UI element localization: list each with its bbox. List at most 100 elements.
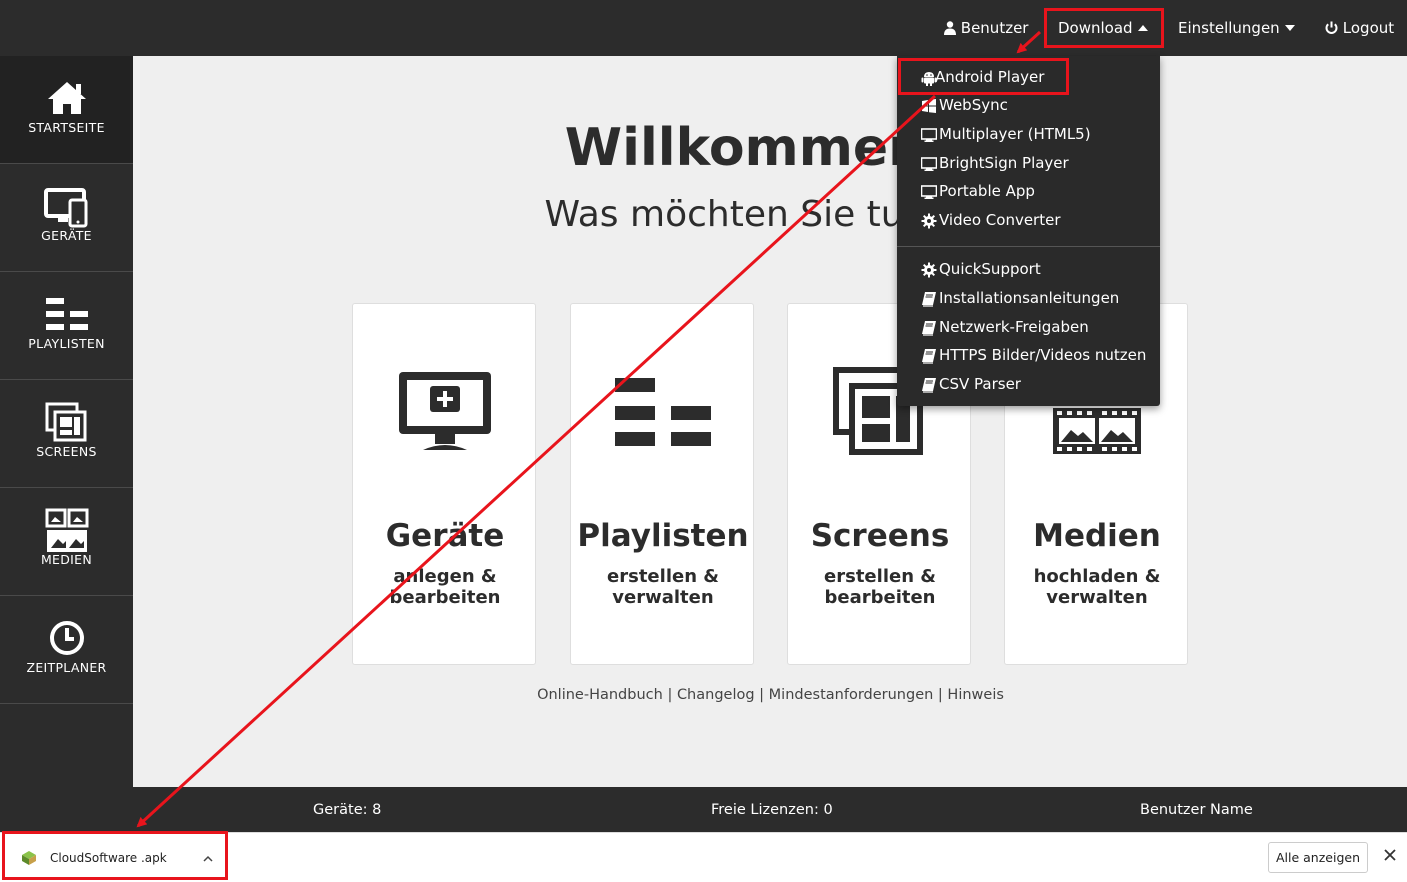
card-geraete[interactable]: Geräte anlegen & bearbeiten bbox=[352, 303, 536, 665]
menu-item-label: BrightSign Player bbox=[939, 154, 1069, 172]
monitor-icon bbox=[921, 128, 937, 142]
book-icon bbox=[922, 349, 936, 364]
sidebar-item-zeitplaner[interactable]: ZEITPLANER bbox=[0, 596, 133, 704]
menu-item-multiplayer[interactable]: Multiplayer (HTML5) bbox=[897, 122, 1160, 148]
book-icon bbox=[922, 378, 936, 393]
apk-file-icon bbox=[22, 851, 36, 865]
link-changelog[interactable]: Changelog bbox=[677, 687, 755, 703]
show-all-downloads-button[interactable]: Alle anzeigen bbox=[1268, 842, 1368, 873]
sidebar-item-geraete[interactable]: GERÄTE bbox=[0, 164, 133, 272]
menu-item-label: QuickSupport bbox=[939, 260, 1041, 278]
link-hinweis[interactable]: Hinweis bbox=[947, 687, 1004, 703]
gear-icon bbox=[921, 213, 937, 229]
top-navbar: Benutzer Download Einstellungen Logout bbox=[0, 0, 1407, 56]
nav-user[interactable]: Benutzer bbox=[944, 0, 1028, 56]
book-icon bbox=[922, 321, 936, 336]
link-separator: | bbox=[759, 687, 765, 703]
card-subtitle-line: verwalten bbox=[612, 587, 714, 608]
nav-user-label: Benutzer bbox=[960, 19, 1029, 37]
card-subtitle-line: erstellen & bbox=[824, 566, 936, 587]
windows-icon bbox=[922, 99, 936, 113]
sidebar-item-label: PLAYLISTEN bbox=[28, 336, 105, 351]
sidebar-item-label: STARTSEITE bbox=[28, 120, 105, 135]
monitor-icon bbox=[921, 157, 937, 171]
power-icon bbox=[1325, 21, 1338, 34]
link-mindestanforderungen[interactable]: Mindestanforderungen bbox=[769, 687, 934, 703]
download-dropdown-menu: Android Player WebSync Multiplayer (HTML… bbox=[897, 56, 1160, 406]
menu-item-label: HTTPS Bilder/Videos nutzen bbox=[939, 346, 1147, 364]
sidebar: STARTSEITE GERÄTE PLAYLISTEN SCREENS MED… bbox=[0, 56, 133, 832]
download-item[interactable]: CloudSoftware .apk bbox=[8, 841, 222, 877]
main-content: Willkommen Was möchten Sie tun? Geräte a… bbox=[133, 56, 1407, 787]
clock-icon bbox=[50, 621, 84, 655]
menu-item-label: Video Converter bbox=[939, 211, 1061, 229]
card-subtitle-line: anlegen & bbox=[393, 566, 497, 587]
close-icon[interactable] bbox=[1382, 847, 1398, 863]
menu-item-label: Portable App bbox=[939, 182, 1035, 200]
sidebar-item-startseite[interactable]: STARTSEITE bbox=[0, 56, 133, 164]
playlist-icon bbox=[615, 378, 711, 446]
monitor-add-icon bbox=[399, 372, 491, 450]
welcome-subheading: Was möchten Sie tun? bbox=[544, 194, 946, 235]
menu-item-portable-app[interactable]: Portable App bbox=[897, 179, 1160, 205]
sidebar-item-label: SCREENS bbox=[36, 444, 97, 459]
menu-item-csv-parser[interactable]: CSV Parser bbox=[897, 372, 1160, 398]
card-subtitle-line: verwalten bbox=[1046, 587, 1148, 608]
menu-item-video-converter[interactable]: Video Converter bbox=[897, 208, 1160, 234]
menu-item-https-bilder-videos[interactable]: HTTPS Bilder/Videos nutzen bbox=[897, 343, 1160, 369]
device-count: Geräte: 8 bbox=[313, 802, 382, 818]
card-title: Playlisten bbox=[577, 518, 749, 554]
card-title: Screens bbox=[810, 518, 950, 554]
nav-settings-label: Einstellungen bbox=[1178, 19, 1280, 37]
home-icon bbox=[48, 82, 86, 114]
menu-item-label: Multiplayer (HTML5) bbox=[939, 125, 1091, 143]
card-playlisten[interactable]: Playlisten erstellen & verwalten bbox=[570, 303, 754, 665]
download-filename: CloudSoftware .apk bbox=[50, 851, 167, 865]
menu-item-label: WebSync bbox=[939, 96, 1008, 114]
menu-item-quicksupport[interactable]: QuickSupport bbox=[897, 257, 1160, 283]
sidebar-item-medien[interactable]: MEDIEN bbox=[0, 488, 133, 596]
monitor-icon bbox=[921, 185, 937, 199]
link-online-handbuch[interactable]: Online-Handbuch bbox=[537, 687, 663, 703]
card-subtitle-line: hochladen & bbox=[1033, 566, 1161, 587]
card-title: Geräte bbox=[385, 518, 505, 554]
card-subtitle-line: erstellen & bbox=[607, 566, 719, 587]
sidebar-item-screens[interactable]: SCREENS bbox=[0, 380, 133, 488]
footer-links: Online-Handbuch | Changelog | Mindestanf… bbox=[533, 687, 1008, 703]
menu-item-android-player[interactable]: Android Player bbox=[897, 65, 1160, 91]
nav-download-label: Download bbox=[1058, 19, 1133, 37]
menu-divider bbox=[897, 246, 1160, 247]
card-subtitle-line: bearbeiten bbox=[389, 587, 501, 608]
nav-logout-label: Logout bbox=[1342, 19, 1395, 37]
book-icon bbox=[922, 292, 936, 307]
menu-item-brightsign[interactable]: BrightSign Player bbox=[897, 151, 1160, 177]
sidebar-item-label: GERÄTE bbox=[41, 228, 92, 243]
screens-icon bbox=[45, 402, 87, 442]
nav-logout[interactable]: Logout bbox=[1325, 0, 1394, 56]
welcome-heading: Willkommen bbox=[564, 118, 926, 178]
menu-item-installationsanleitungen[interactable]: Installationsanleitungen bbox=[897, 286, 1160, 312]
menu-item-label: Installationsanleitungen bbox=[939, 289, 1120, 307]
menu-item-websync[interactable]: WebSync bbox=[897, 93, 1160, 119]
sidebar-item-playlisten[interactable]: PLAYLISTEN bbox=[0, 272, 133, 380]
nav-download[interactable]: Download bbox=[1058, 0, 1148, 56]
devices-icon bbox=[44, 188, 88, 228]
menu-item-label: Netzwerk-Freigaben bbox=[939, 318, 1089, 336]
menu-item-label: Android Player bbox=[935, 68, 1045, 86]
menu-item-netzwerk-freigaben[interactable]: Netzwerk-Freigaben bbox=[897, 315, 1160, 341]
status-bar: Geräte: 8 Freie Lizenzen: 0 Benutzer Nam… bbox=[133, 787, 1407, 832]
link-separator: | bbox=[667, 687, 673, 703]
download-bar: CloudSoftware .apk Alle anzeigen bbox=[0, 832, 1407, 882]
card-subtitle-line: bearbeiten bbox=[824, 587, 936, 608]
free-licenses: Freie Lizenzen: 0 bbox=[711, 802, 833, 818]
caret-down-icon bbox=[1284, 25, 1295, 31]
card-subtitle: erstellen & bearbeiten bbox=[788, 566, 972, 608]
menu-item-label: CSV Parser bbox=[939, 375, 1021, 393]
playlist-icon bbox=[46, 298, 88, 330]
chevron-up-icon[interactable] bbox=[202, 854, 214, 864]
card-subtitle: hochladen & verwalten bbox=[1005, 566, 1189, 608]
caret-up-icon bbox=[1137, 25, 1148, 31]
link-separator: | bbox=[937, 687, 943, 703]
user-icon bbox=[944, 21, 956, 35]
nav-settings[interactable]: Einstellungen bbox=[1178, 0, 1295, 56]
